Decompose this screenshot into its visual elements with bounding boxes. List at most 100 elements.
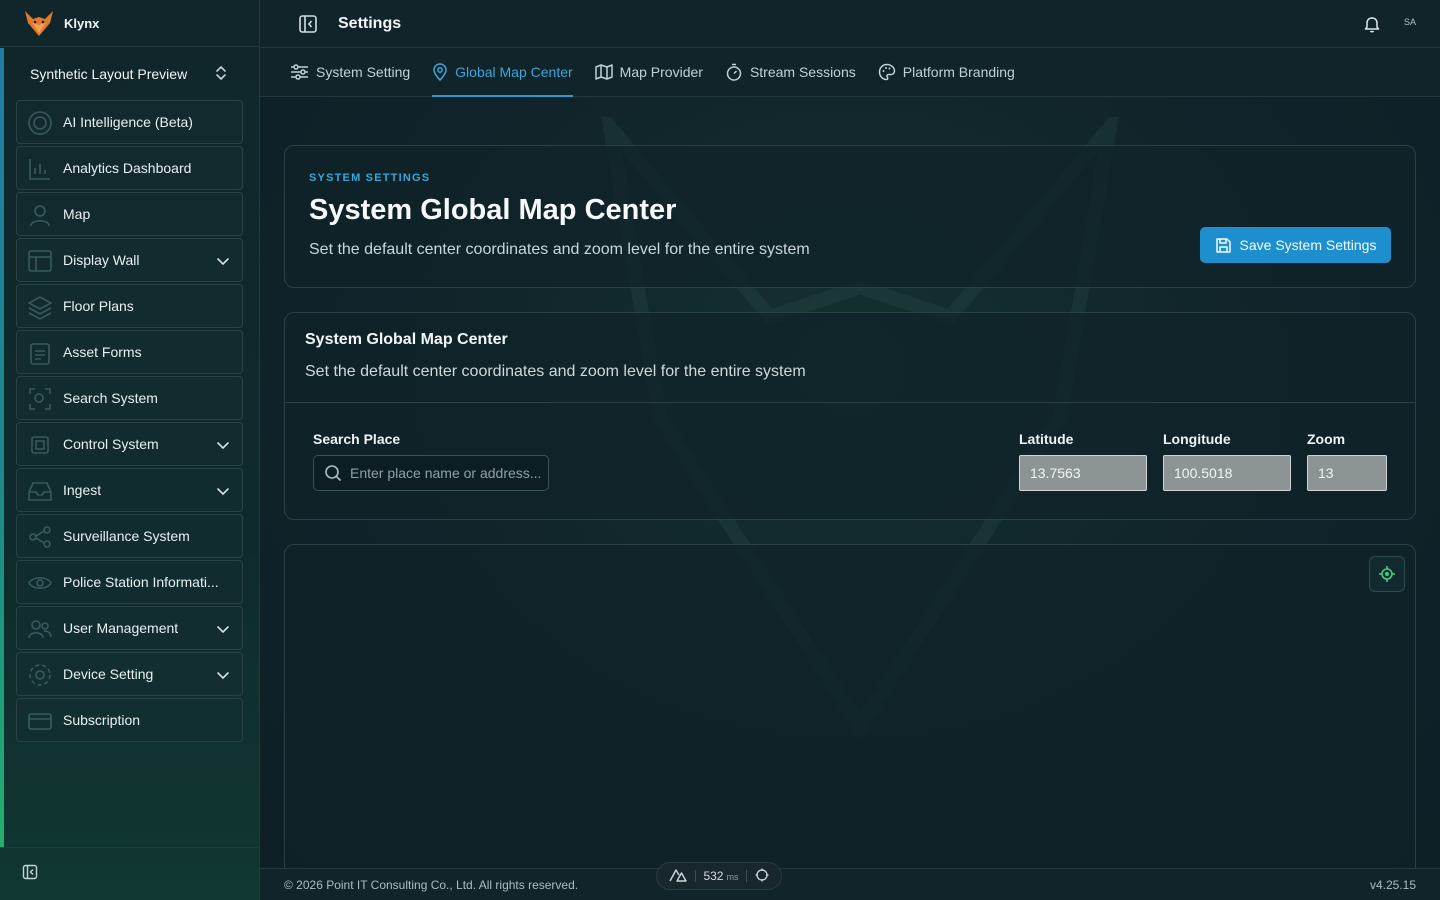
tab-platform-branding[interactable]: Platform Branding <box>878 48 1015 96</box>
main-content: SYSTEM SETTINGS System Global Map Center… <box>260 97 1440 868</box>
sidebar-item-ai-intelligence[interactable]: AI Intelligence (Beta) <box>16 100 243 144</box>
tab-label: Platform Branding <box>902 64 1015 80</box>
sidebar-item-label: Surveillance System <box>63 528 190 544</box>
latitude-input[interactable]: 13.7563 <box>1019 455 1147 491</box>
sidebar-item-asset-forms[interactable]: Asset Forms <box>16 330 243 374</box>
workspace-switcher[interactable]: Synthetic Layout Preview <box>16 56 242 92</box>
tab-label: Map Provider <box>619 64 703 80</box>
collapse-sidebar-icon[interactable] <box>22 864 38 885</box>
sidebar-item-label: Police Station Informati... <box>63 574 219 590</box>
tab-label: Global Map Center <box>455 64 573 80</box>
brand[interactable]: Klynx <box>0 0 259 47</box>
sidebar-item-surveillance-system[interactable]: Surveillance System <box>16 514 243 558</box>
sidebar-item-label: Floor Plans <box>63 298 134 314</box>
crosshair-icon <box>1379 566 1395 582</box>
save-button-label: Save System Settings <box>1239 237 1377 253</box>
inspect-icon[interactable] <box>755 868 769 885</box>
users-icon <box>27 616 53 642</box>
sidebar-item-search-system[interactable]: Search System <box>16 376 243 420</box>
tab-label: System Setting <box>316 64 411 80</box>
sidebar-item-user-management[interactable]: User Management <box>16 606 243 650</box>
avatar[interactable]: SA <box>1404 17 1416 27</box>
chevron-down-icon <box>216 622 230 636</box>
chevron-down-icon <box>216 438 230 452</box>
sidebar-item-label: Subscription <box>63 712 141 728</box>
sidebar-item-floor-plans[interactable]: Floor Plans <box>16 284 243 328</box>
sidebar-item-subscription[interactable]: Subscription <box>16 698 243 742</box>
zoom-input[interactable]: 13 <box>1307 455 1387 491</box>
form-title: System Global Map Center <box>305 331 508 348</box>
search-icon <box>325 465 342 482</box>
timer-icon <box>726 63 742 81</box>
settings-tabs: System Setting Global Map Center Map Pro… <box>260 48 1440 97</box>
target-icon <box>27 110 53 136</box>
chevrons-up-down-icon <box>214 64 228 85</box>
search-place-label: Search Place <box>313 431 401 447</box>
bell-icon[interactable] <box>1364 15 1380 33</box>
scan-search-icon <box>27 386 53 412</box>
workspace-label: Synthetic Layout Preview <box>30 66 188 82</box>
form-subtitle: Set the default center coordinates and z… <box>305 363 806 380</box>
network-icon <box>27 524 53 550</box>
latitude-label: Latitude <box>1019 431 1074 447</box>
version-text: v4.25.15 <box>1369 877 1416 892</box>
section-eyebrow: SYSTEM SETTINGS <box>309 172 431 184</box>
longitude-input[interactable]: 100.5018 <box>1163 455 1291 491</box>
map-pin-icon <box>433 63 447 81</box>
brand-name: Klynx <box>64 15 100 31</box>
chevron-down-icon <box>216 254 230 268</box>
sidebar-item-device-setting[interactable]: Device Setting <box>16 652 243 696</box>
search-place-input[interactable] <box>350 465 540 481</box>
map-preview[interactable] <box>284 544 1416 868</box>
divider <box>694 870 696 882</box>
sidebar-item-label: Search System <box>63 390 158 406</box>
sidebar-item-label: Asset Forms <box>63 344 142 360</box>
tab-system-setting[interactable]: System Setting <box>290 48 410 96</box>
latency-value: 532 <box>703 869 724 883</box>
sidebar-item-control-system[interactable]: Control System <box>16 422 243 466</box>
tab-stream-sessions[interactable]: Stream Sessions <box>725 48 856 96</box>
layout-icon <box>27 248 53 274</box>
sidebar-item-display-wall[interactable]: Display Wall <box>16 238 243 282</box>
sidebar-item-ingest[interactable]: Ingest <box>16 468 243 512</box>
footer: © 2026 Point IT Consulting Co., Ltd. All… <box>260 868 1440 900</box>
eye-icon <box>27 570 53 596</box>
sidebar-item-label: Device Setting <box>63 666 154 682</box>
form-header: System Global Map Center Set the default… <box>285 313 1415 403</box>
sidebar-item-police-station[interactable]: Police Station Informati... <box>16 560 243 604</box>
tab-map-provider[interactable]: Map Provider <box>594 48 703 96</box>
inbox-icon <box>27 478 53 504</box>
sidebar-item-map[interactable]: Map <box>16 192 243 236</box>
chart-icon <box>27 156 53 182</box>
gear-icon <box>27 662 53 688</box>
latency-readout: 532 ms <box>703 869 738 883</box>
sidebar-toggle-icon[interactable] <box>298 14 318 34</box>
chevron-down-icon <box>216 484 230 498</box>
save-system-settings-button[interactable]: Save System Settings <box>1200 227 1391 263</box>
sidebar-item-label: Display Wall <box>63 252 140 268</box>
hero-card: SYSTEM SETTINGS System Global Map Center… <box>284 145 1416 288</box>
locate-button[interactable] <box>1369 556 1405 592</box>
sidebar-item-label: Ingest <box>63 482 102 498</box>
fox-logo-icon <box>22 8 56 38</box>
sidebar-item-label: User Management <box>63 620 179 636</box>
palette-icon <box>878 63 896 81</box>
sidebar-nav: AI Intelligence (Beta) Analytics Dashboa… <box>16 100 243 744</box>
credit-card-icon <box>27 708 53 734</box>
hero-title: System Global Map Center <box>309 194 677 226</box>
sidebar: Klynx Synthetic Layout Preview AI Intell… <box>0 0 260 900</box>
dev-toolbar: 532 ms <box>656 862 782 890</box>
search-place-field[interactable] <box>313 455 549 491</box>
nuxt-logo-icon[interactable] <box>669 868 687 885</box>
topbar: Settings SA <box>260 0 1440 48</box>
tab-global-map-center[interactable]: Global Map Center <box>432 48 573 97</box>
sidebar-item-label: AI Intelligence (Beta) <box>63 114 193 130</box>
sidebar-item-label: Map <box>63 206 91 222</box>
save-icon <box>1215 237 1231 253</box>
sidebar-item-analytics-dashboard[interactable]: Analytics Dashboard <box>16 146 243 190</box>
hero-subtitle: Set the default center coordinates and z… <box>309 241 810 258</box>
page-title: Settings <box>338 14 402 32</box>
sidebar-accent-bar <box>0 48 4 848</box>
zoom-label: Zoom <box>1307 431 1346 447</box>
cpu-icon <box>27 432 53 458</box>
